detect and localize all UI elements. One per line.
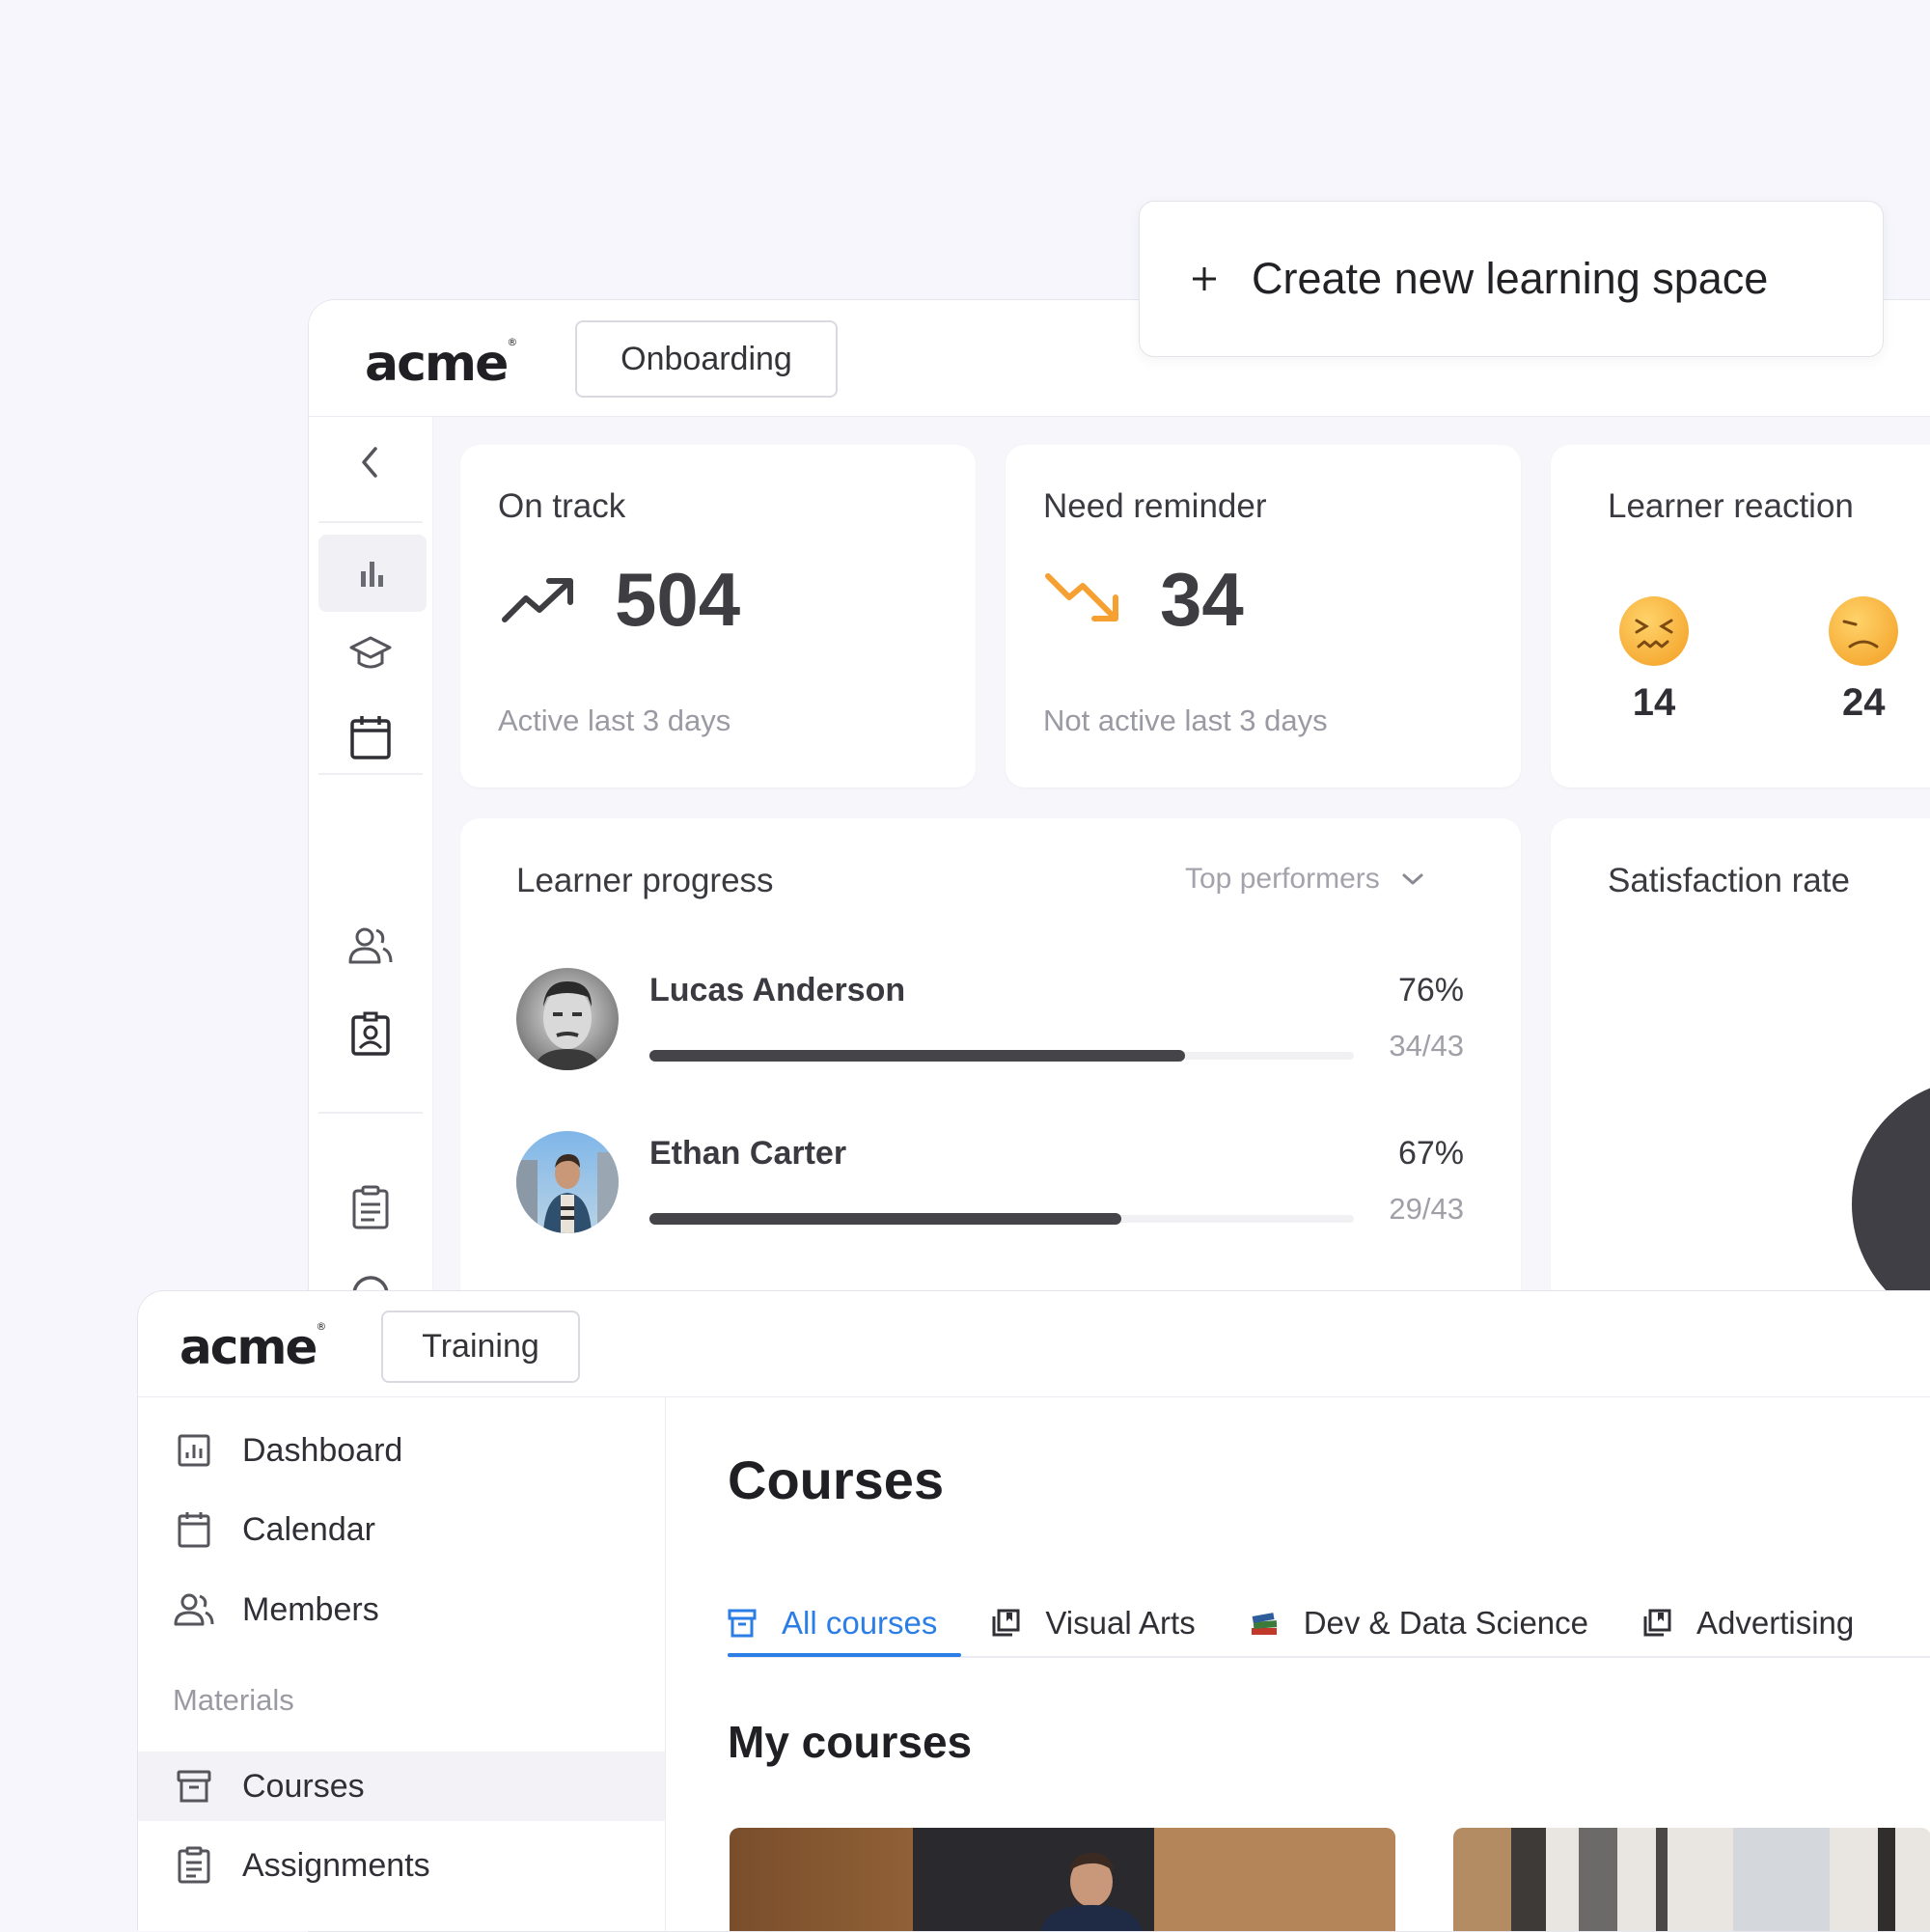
collapse-button[interactable] (342, 433, 400, 491)
progress-track (649, 1050, 1354, 1062)
learner-percent: 76% (1397, 972, 1464, 1008)
progress-fill (649, 1050, 1185, 1062)
dashboard-icon (178, 1434, 210, 1467)
sidebar-item-label: Courses (242, 1767, 365, 1805)
learner-reaction-title: Learner reaction (1608, 487, 1854, 525)
learner-progress-title: Learner progress (516, 862, 774, 899)
learner-name: Lucas Anderson (649, 972, 906, 1008)
training-window: acme® Training Dashboard Calendar Member… (137, 1290, 1930, 1931)
reaction-count: 14 (1632, 681, 1676, 724)
calendar-icon (350, 716, 391, 759)
sidebar-item-label: Assignments (242, 1846, 430, 1884)
reaction-count: 24 (1842, 681, 1886, 724)
calendar-icon (178, 1512, 210, 1548)
need-reminder-title: Need reminder (1043, 487, 1267, 525)
on-track-value: 504 (615, 557, 741, 642)
rail-members[interactable] (342, 917, 400, 975)
members-icon (348, 927, 393, 964)
courses-icon (177, 1770, 211, 1803)
my-courses-title: My courses (728, 1717, 973, 1767)
chevron-left-icon (362, 447, 377, 478)
tab-advertising[interactable]: Advertising (1642, 1605, 1854, 1642)
space-selector-onboarding[interactable]: Onboarding (575, 320, 838, 398)
course-tabs: All courses Visual Arts Dev & Data Scien… (728, 1596, 1854, 1650)
learner-fraction: 29/43 (1389, 1192, 1464, 1226)
tab-visual-arts[interactable]: Visual Arts (991, 1605, 1196, 1642)
acme-logo: acme® (365, 335, 518, 393)
trending-down-icon (1044, 568, 1125, 630)
sidebar-item-assignments[interactable]: Assignments (138, 1831, 665, 1900)
rail-profiles[interactable] (342, 1006, 400, 1063)
library-icon (1643, 1609, 1671, 1637)
avatar (516, 968, 619, 1070)
books-icon (1251, 1613, 1277, 1635)
space-selector-training[interactable]: Training (381, 1311, 580, 1383)
confounded-face-icon (1617, 594, 1691, 668)
acme-logo: acme® (179, 1319, 327, 1375)
learner-reaction-card: Learner reaction 14 24 (1551, 445, 1930, 787)
bar-chart-icon (361, 562, 383, 587)
sidebar-item-label: Members (242, 1590, 379, 1628)
clipboard-icon (352, 1185, 389, 1229)
sidebar-item-dashboard[interactable]: Dashboard (138, 1416, 665, 1485)
rail-divider (318, 773, 423, 775)
rail-assignments[interactable] (342, 1179, 400, 1237)
archive-icon (728, 1609, 757, 1638)
chevron-down-icon (1402, 873, 1423, 885)
tab-label: Visual Arts (1045, 1605, 1196, 1641)
rail-divider (318, 1112, 423, 1114)
id-badge-icon (351, 1011, 390, 1056)
need-reminder-value: 34 (1160, 557, 1244, 642)
library-icon (992, 1609, 1020, 1637)
rail-dashboard[interactable] (318, 535, 427, 612)
on-track-caption: Active last 3 days (498, 704, 731, 737)
progress-fill (649, 1213, 1122, 1225)
tab-all-courses[interactable]: All courses (728, 1605, 937, 1642)
need-reminder-card: Need reminder 34 Not active last 3 days (1006, 445, 1521, 787)
on-track-card: On track 504 Active last 3 days (460, 445, 976, 787)
need-reminder-caption: Not active last 3 days (1043, 704, 1328, 737)
plus-icon (1193, 267, 1216, 290)
sidebar-item-label: Dashboard (242, 1431, 403, 1469)
sidebar-item-members[interactable]: Members (138, 1575, 665, 1644)
satisfaction-title: Satisfaction rate (1608, 862, 1850, 899)
course-card-thumbnail[interactable] (730, 1828, 1395, 1931)
rail-divider (318, 521, 423, 523)
sidebar-item-courses[interactable]: Courses (138, 1752, 665, 1821)
avatar (516, 1131, 619, 1233)
worried-face-icon (1827, 594, 1900, 668)
on-track-title: On track (498, 487, 626, 525)
assignments-icon (178, 1846, 210, 1884)
tab-label: All courses (782, 1605, 938, 1641)
training-topbar: acme® Training (138, 1291, 1930, 1397)
trending-up-icon (501, 573, 578, 627)
graduation-cap-icon (349, 636, 392, 669)
page-title: Courses (728, 1449, 945, 1510)
learner-name: Ethan Carter (649, 1135, 847, 1172)
space-selector-label: Onboarding (620, 340, 792, 377)
create-button-label: Create new learning space (1252, 254, 1769, 303)
space-selector-label: Training (422, 1328, 539, 1365)
tab-dev-data-science[interactable]: Dev & Data Science (1250, 1605, 1588, 1642)
members-icon (174, 1593, 214, 1626)
tab-label: Dev & Data Science (1303, 1605, 1589, 1641)
active-tab-indicator (728, 1653, 961, 1657)
course-card-thumbnail[interactable] (1453, 1828, 1930, 1931)
top-performers-dropdown[interactable]: Top performers (1185, 863, 1424, 896)
rail-calendar[interactable] (342, 708, 400, 766)
materials-section-label: Materials (173, 1683, 294, 1717)
sidebar-item-calendar[interactable]: Calendar (138, 1495, 665, 1564)
dropdown-label: Top performers (1185, 863, 1380, 895)
create-learning-space-button[interactable]: Create new learning space (1139, 201, 1884, 357)
learner-percent: 67% (1397, 1135, 1464, 1172)
training-sidebar: Dashboard Calendar Members Materials Cou… (138, 1397, 666, 1931)
sidebar-item-label: Calendar (242, 1510, 375, 1548)
rail-courses[interactable] (342, 624, 400, 682)
tab-label: Advertising (1696, 1605, 1855, 1641)
progress-track (649, 1213, 1354, 1225)
learner-fraction: 34/43 (1389, 1029, 1464, 1063)
